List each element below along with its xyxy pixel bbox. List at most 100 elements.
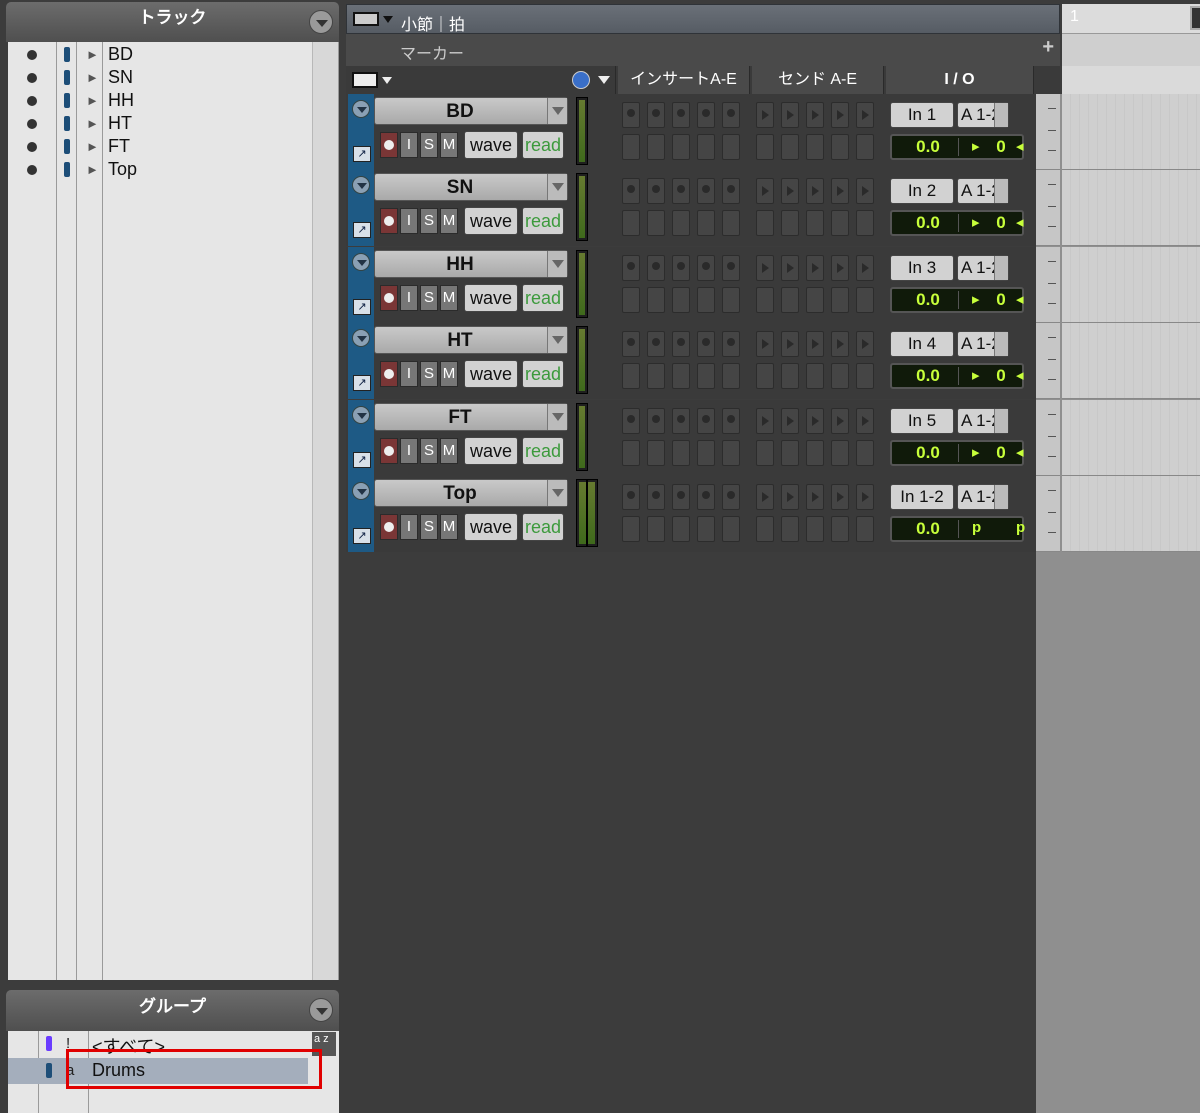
pan-left-indicator[interactable]: ▸	[972, 290, 980, 308]
track-menu-icon[interactable]	[352, 100, 370, 118]
insert-slot[interactable]	[622, 210, 640, 237]
track-options-column[interactable]	[346, 66, 616, 94]
volume-value[interactable]: 0.0	[900, 519, 956, 539]
output-pin-icon[interactable]	[994, 179, 1008, 204]
send-slot[interactable]	[806, 102, 824, 128]
show-hide-icon[interactable]	[27, 96, 37, 106]
send-slot[interactable]	[856, 439, 874, 466]
record-arm-button[interactable]	[380, 514, 398, 540]
add-marker-icon[interactable]: +	[1042, 36, 1054, 59]
track-height-handle[interactable]	[1036, 170, 1060, 247]
send-slot[interactable]	[831, 134, 849, 160]
send-slot[interactable]	[756, 407, 774, 434]
automation-icon[interactable]: ↗	[353, 298, 371, 315]
track-playlist-lane[interactable]	[1062, 246, 1200, 323]
send-slot[interactable]	[806, 210, 824, 237]
track-list-item[interactable]: ► HT	[8, 113, 308, 136]
send-slot[interactable]	[781, 178, 799, 205]
insert-slot[interactable]	[697, 439, 715, 466]
tracks-panel-menu-button[interactable]	[309, 10, 333, 34]
send-slot[interactable]	[856, 331, 874, 358]
volume-pan-display[interactable]: 0.0 ▸ 0 ◂	[890, 134, 1024, 160]
send-slot[interactable]	[806, 178, 824, 205]
chevron-down-icon[interactable]	[547, 98, 567, 124]
show-hide-icon[interactable]	[27, 73, 37, 83]
insert-slot[interactable]	[622, 484, 640, 510]
send-slot[interactable]	[831, 102, 849, 128]
insert-slot[interactable]	[722, 178, 740, 205]
insert-slot[interactable]	[697, 407, 715, 434]
track-name-button[interactable]: HH	[374, 249, 568, 278]
send-slot[interactable]	[831, 516, 849, 542]
output-selector[interactable]: A 1-2	[957, 484, 1009, 510]
record-arm-button[interactable]	[380, 132, 398, 158]
insert-slot[interactable]	[647, 102, 665, 128]
insert-slot[interactable]	[647, 407, 665, 434]
insert-slot[interactable]	[722, 286, 740, 313]
insert-slot[interactable]	[722, 484, 740, 510]
insert-slot[interactable]	[672, 484, 690, 510]
insert-slot[interactable]	[722, 516, 740, 542]
send-slot[interactable]	[856, 254, 874, 281]
pan-left-indicator[interactable]: p	[972, 519, 981, 536]
track-list-item[interactable]: ► FT	[8, 136, 308, 159]
pan-right-indicator[interactable]: ◂	[1016, 213, 1024, 231]
automation-mode-selector[interactable]: read	[522, 131, 564, 159]
record-arm-button[interactable]	[380, 437, 398, 464]
send-slot[interactable]	[831, 484, 849, 510]
volume-value[interactable]: 0.0	[900, 137, 956, 157]
send-slot[interactable]	[806, 484, 824, 510]
mute-button[interactable]: M	[440, 514, 458, 540]
track-list-item[interactable]: ► BD	[8, 44, 308, 67]
record-arm-button[interactable]	[380, 361, 398, 388]
send-slot[interactable]	[781, 439, 799, 466]
track-list-scrollbar[interactable]	[312, 42, 338, 980]
insert-slot[interactable]	[722, 363, 740, 390]
send-slot[interactable]	[856, 102, 874, 128]
output-selector[interactable]: A 1-2	[957, 407, 1009, 434]
send-slot[interactable]	[856, 178, 874, 205]
send-slot[interactable]	[781, 484, 799, 510]
volume-value[interactable]: 0.0	[900, 366, 956, 386]
pan-left-indicator[interactable]: ▸	[972, 366, 980, 384]
pan-value[interactable]: 0	[988, 213, 1014, 233]
insert-slot[interactable]	[647, 516, 665, 542]
input-monitor-button[interactable]: I	[400, 361, 418, 388]
automation-mode-selector[interactable]: read	[522, 283, 564, 312]
send-slot[interactable]	[856, 407, 874, 434]
input-selector[interactable]: In 1-2	[890, 484, 954, 510]
chevron-down-icon[interactable]	[547, 403, 567, 430]
pan-value[interactable]: 0	[988, 290, 1014, 310]
columns-icon[interactable]	[352, 72, 378, 88]
track-name-button[interactable]: HT	[374, 326, 568, 355]
insert-slot[interactable]	[622, 286, 640, 313]
insert-slot[interactable]	[672, 210, 690, 237]
input-selector[interactable]: In 5	[890, 407, 954, 434]
automation-mode-selector[interactable]: read	[522, 513, 564, 541]
timescale-label[interactable]: 小節｜拍	[401, 11, 465, 35]
insert-slot[interactable]	[722, 254, 740, 281]
pan-left-indicator[interactable]: ▸	[972, 443, 980, 461]
insert-slot[interactable]	[622, 331, 640, 358]
insert-slot[interactable]	[672, 134, 690, 160]
clock-icon[interactable]	[572, 71, 590, 89]
show-hide-icon[interactable]	[27, 142, 37, 152]
insert-slot[interactable]	[647, 286, 665, 313]
automation-icon[interactable]: ↗	[353, 528, 371, 544]
volume-value[interactable]: 0.0	[900, 213, 956, 233]
automation-icon[interactable]: ↗	[353, 451, 371, 468]
input-selector[interactable]: In 3	[890, 254, 954, 281]
insert-slot[interactable]	[697, 484, 715, 510]
insert-slot[interactable]	[647, 210, 665, 237]
insert-slot[interactable]	[697, 286, 715, 313]
chevron-down-icon[interactable]	[383, 16, 393, 23]
send-slot[interactable]	[856, 210, 874, 237]
output-pin-icon[interactable]	[994, 255, 1008, 280]
solo-button[interactable]: S	[420, 514, 438, 540]
send-slot[interactable]	[831, 286, 849, 313]
pan-right-indicator[interactable]: p	[1016, 519, 1025, 536]
volume-pan-display[interactable]: 0.0 ▸ 0 ◂	[890, 363, 1024, 390]
output-pin-icon[interactable]	[994, 485, 1008, 509]
send-slot[interactable]	[856, 286, 874, 313]
insert-slot[interactable]	[647, 254, 665, 281]
